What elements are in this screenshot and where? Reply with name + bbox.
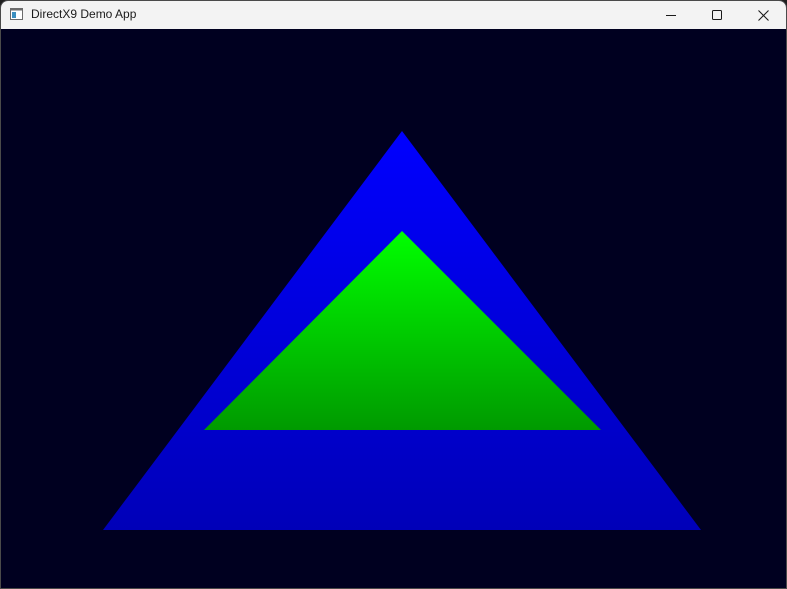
window-title: DirectX9 Demo App	[31, 7, 137, 21]
title-bar[interactable]: DirectX9 Demo App	[1, 1, 786, 29]
app-window: DirectX9 Demo App	[0, 0, 787, 589]
app-icon	[10, 8, 23, 20]
render-viewport[interactable]	[1, 29, 786, 588]
close-button[interactable]	[740, 1, 786, 29]
maximize-button[interactable]	[694, 1, 740, 29]
scene-canvas	[1, 29, 786, 588]
minimize-button[interactable]	[648, 1, 694, 29]
minimize-icon	[666, 15, 676, 16]
close-icon	[757, 9, 769, 21]
maximize-icon	[712, 10, 722, 20]
